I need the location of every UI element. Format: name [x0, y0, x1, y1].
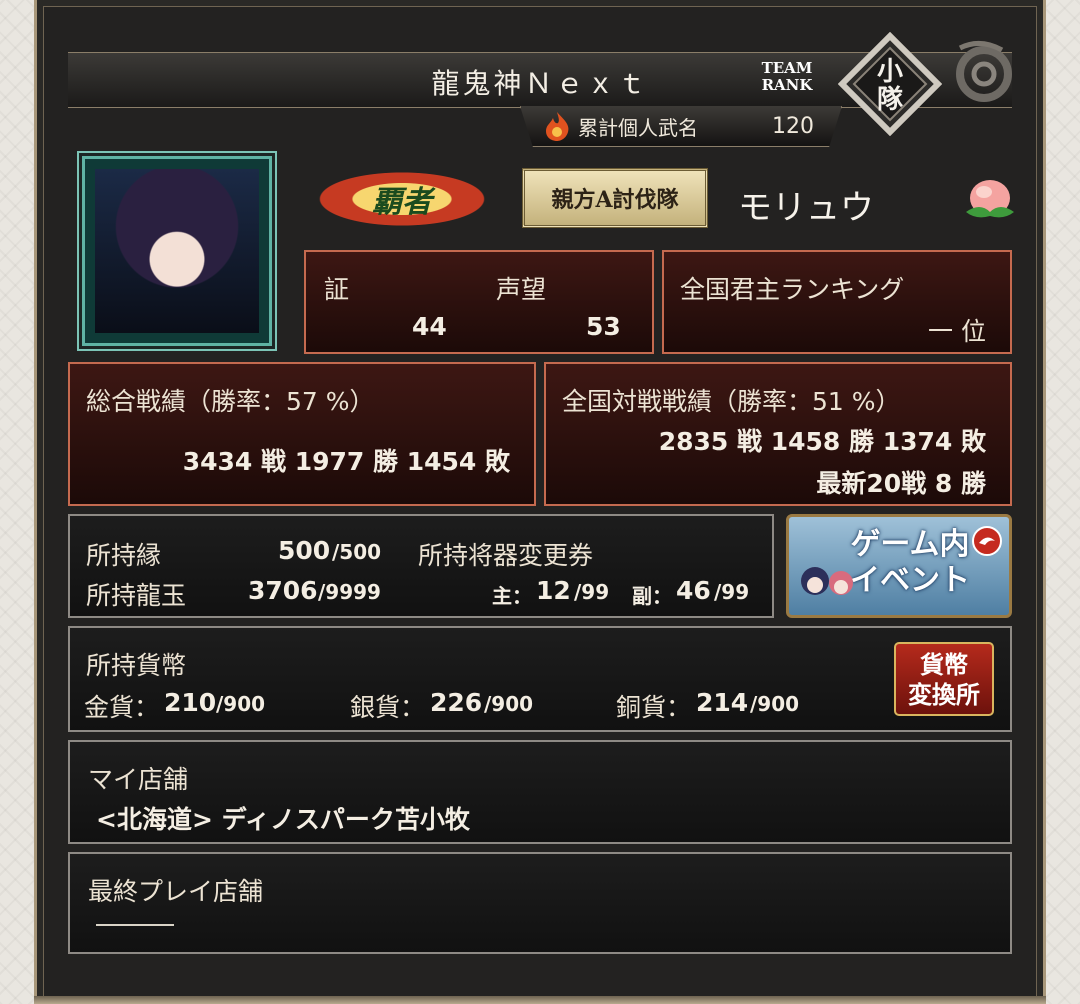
- main-label: 主：: [492, 584, 532, 608]
- seibou-value: 53: [586, 312, 621, 341]
- main-value: 12: [536, 576, 571, 605]
- overall-record-value: 3434 戦 1977 勝 1454 敗: [182, 447, 510, 476]
- ryugyoku-label: 所持龍玉: [86, 581, 187, 610]
- ticket-label: 所持将器変更券: [418, 541, 594, 570]
- shou-label: 証: [324, 275, 350, 304]
- shou-seibou-box: 証 44 声望 53: [304, 250, 654, 354]
- copper-value: 214: [696, 688, 749, 717]
- rank-badge: 覇者: [306, 168, 498, 230]
- copper-label: 銅貨：: [616, 693, 692, 722]
- silver-max: /900: [484, 692, 534, 716]
- national-record-box: 全国対戦戦績（勝率：51 %） 2835 戦 1458 勝 1374 敗 最新2…: [544, 362, 1012, 506]
- squad-badge: 親方A討伐隊: [522, 168, 708, 228]
- team-rank-char-2: 隊: [877, 85, 904, 115]
- shou-value: 44: [412, 312, 447, 341]
- last-store-empty-line: [96, 924, 174, 926]
- team-rank-emblem-icon: 小 隊: [838, 32, 942, 136]
- gold-label: 金貨：: [84, 693, 160, 722]
- dragon-emblem-icon: [972, 526, 1002, 556]
- my-store-value: <北海道> ディノスパーク苫小牧: [96, 805, 470, 834]
- sub-max: /99: [714, 580, 750, 604]
- currency-label: 所持貨幣: [86, 651, 187, 680]
- avatar[interactable]: [82, 156, 272, 346]
- main-max: /99: [574, 580, 610, 604]
- gold-value: 210: [164, 688, 217, 717]
- my-store-label: マイ店舗: [88, 765, 189, 794]
- en-value: 500: [278, 536, 331, 565]
- ranking-box: 全国君主ランキング 一 位: [662, 250, 1012, 354]
- currency-exchange-label-line1: 貨幣: [920, 651, 968, 679]
- currency-box: 所持貨幣 金貨： 210 /900 銀貨： 226 /900 銅貨： 214 /…: [68, 626, 1012, 732]
- team-rank-label: TEAM RANK: [761, 59, 813, 94]
- game-event-button[interactable]: ゲーム内 イベント: [786, 514, 1012, 618]
- my-store-box: マイ店舗 <北海道> ディノスパーク苫小牧: [68, 740, 1012, 844]
- silver-value: 226: [430, 688, 483, 717]
- flame-icon: [546, 112, 569, 141]
- peach-icon: [966, 180, 1014, 218]
- currency-exchange-label: 貨幣 変換所: [896, 650, 992, 710]
- gold-max: /900: [216, 692, 266, 716]
- silver-label: 銀貨：: [350, 693, 426, 722]
- last-store-label: 最終プレイ店舗: [88, 877, 264, 906]
- seibou-label: 声望: [496, 275, 547, 304]
- team-rank-char-1: 小: [877, 57, 903, 87]
- holdings-box: 所持縁 500 /500 所持龍玉 3706 /9999 所持将器変更券 主： …: [68, 514, 774, 618]
- ryugyoku-max: /9999: [318, 580, 381, 604]
- ranking-value: 一 位: [928, 317, 986, 346]
- sub-value: 46: [676, 576, 711, 605]
- en-label: 所持縁: [86, 541, 162, 570]
- currency-exchange-button[interactable]: 貨幣 変換所: [894, 642, 994, 716]
- national-recent-value: 最新20戦 8 勝: [816, 469, 986, 498]
- swirl-ornament-icon: [956, 41, 1012, 102]
- copper-max: /900: [750, 692, 800, 716]
- avatar-portrait: [95, 169, 259, 333]
- event-characters-icon: [801, 567, 853, 595]
- ranking-label: 全国君主ランキング: [680, 275, 905, 304]
- title-value: 120: [772, 114, 814, 139]
- national-record-value: 2835 戦 1458 勝 1374 敗: [658, 427, 986, 456]
- title-label: 累計個人武名: [578, 116, 698, 140]
- ryugyoku-value: 3706: [248, 576, 318, 605]
- frame-bottom-border: [34, 996, 1046, 1004]
- last-store-box: 最終プレイ店舗: [68, 852, 1012, 954]
- overall-record-label: 総合戦績（勝率：57 %）: [86, 387, 375, 416]
- sub-label: 副：: [632, 584, 672, 608]
- national-record-label: 全国対戦戦績（勝率：51 %）: [562, 387, 901, 416]
- overall-record-box: 総合戦績（勝率：57 %） 3434 戦 1977 勝 1454 敗: [68, 362, 536, 506]
- currency-exchange-label-line2: 変換所: [908, 681, 980, 709]
- en-max: /500: [332, 540, 382, 564]
- nickname: モリュウ: [738, 188, 874, 228]
